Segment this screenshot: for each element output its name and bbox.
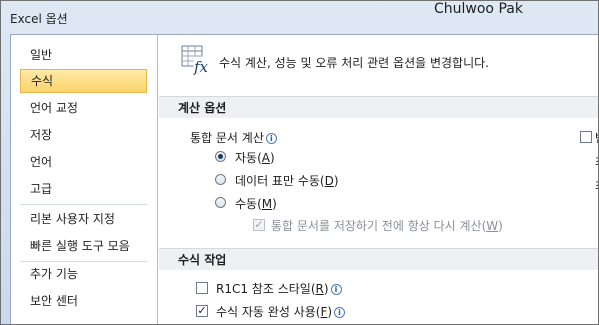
iterative-calculation-checkbox[interactable] — [580, 131, 592, 143]
automatic-label[interactable]: 자동(A) — [235, 149, 275, 166]
section-title: 계산 옵션 — [178, 101, 227, 115]
label-text: 수동 — [235, 197, 258, 211]
working-with-formulas-header: 수식 작업 — [159, 248, 598, 270]
accelerator-key: F — [320, 305, 328, 319]
sidebar-item-label: 저장 — [30, 128, 53, 142]
info-icon[interactable]: i — [334, 307, 346, 318]
truncated-option-label: 최 — [595, 153, 598, 170]
sidebar-item-quick-access-toolbar[interactable]: 빠른 실행 도구 모음 — [20, 234, 147, 258]
label-text: 통합 문서를 저장하기 전에 항상 다시 계산 — [271, 219, 482, 233]
formula-autocomplete-checkbox[interactable]: ✓ — [196, 305, 208, 317]
sidebar: 일반 수식 언어 교정 저장 언어 고급 리본 사용자 지정 빠른 실행 도구 … — [11, 35, 158, 324]
truncated-option-label: 반 — [595, 129, 598, 146]
accelerator-key: W — [486, 219, 499, 233]
sidebar-item-save[interactable]: 저장 — [20, 123, 147, 147]
sidebar-item-label: 일반 — [30, 48, 53, 62]
info-icon[interactable]: i — [265, 133, 277, 144]
window-title: Excel 옵션 — [10, 12, 68, 26]
sidebar-item-label: 빠른 실행 도구 모음 — [30, 239, 130, 253]
recalculate-before-save-checkbox[interactable]: ✓ — [253, 219, 265, 231]
sidebar-divider — [20, 204, 147, 205]
sidebar-item-label: 고급 — [30, 182, 53, 196]
title-bar[interactable]: Excel 옵션 Chulwoo Pak — [1, 1, 598, 33]
dialog-client: 일반 수식 언어 교정 저장 언어 고급 리본 사용자 지정 빠른 실행 도구 … — [10, 34, 598, 324]
user-name: Chulwoo Pak — [434, 1, 523, 17]
sidebar-item-formulas[interactable]: 수식 — [20, 69, 147, 93]
r1c1-reference-style-label[interactable]: R1C1 참조 스타일(R) i — [216, 280, 342, 297]
sidebar-item-add-ins[interactable]: 추가 기능 — [20, 262, 147, 286]
info-icon[interactable]: i — [330, 284, 342, 295]
label-text: 통합 문서 계산 — [190, 131, 264, 145]
formula-fx-icon: fx — [181, 45, 211, 75]
manual-radio[interactable] — [215, 197, 226, 208]
label-text: 데이터 표만 수동 — [235, 174, 320, 188]
workbook-calculation-label: 통합 문서 계산 i — [190, 129, 277, 146]
sidebar-item-label: 추가 기능 — [30, 267, 78, 281]
sidebar-item-advanced[interactable]: 고급 — [20, 177, 147, 201]
accelerator-key: D — [324, 174, 334, 188]
recalculate-before-save-label: 통합 문서를 저장하기 전에 항상 다시 계산(W) — [271, 219, 503, 233]
sidebar-item-label: 언어 교정 — [30, 101, 78, 115]
sidebar-item-label: 수식 — [31, 74, 54, 88]
calculation-options-header: 계산 옵션 — [159, 96, 598, 118]
truncated-option-label: 최 — [595, 177, 598, 194]
panel-description: 수식 계산, 성능 및 오류 처리 관련 옵션을 변경합니다. — [219, 56, 489, 70]
r1c1-reference-style-checkbox[interactable] — [196, 282, 208, 294]
sidebar-item-language[interactable]: 언어 — [20, 150, 147, 174]
sidebar-item-label: 리본 사용자 지정 — [30, 212, 115, 226]
accelerator-key: R — [315, 282, 324, 296]
sidebar-item-label: 보안 센터 — [30, 294, 78, 308]
sidebar-item-customize-ribbon[interactable]: 리본 사용자 지정 — [20, 207, 147, 231]
accelerator-key: M — [261, 197, 273, 211]
formula-autocomplete-label[interactable]: 수식 자동 완성 사용(F) i — [216, 303, 346, 320]
section-title: 수식 작업 — [178, 253, 227, 267]
label-text: 자동 — [235, 151, 258, 165]
sidebar-item-general[interactable]: 일반 — [20, 43, 147, 67]
svg-text:fx: fx — [193, 58, 209, 75]
automatic-except-tables-label[interactable]: 데이터 표만 수동(D) — [235, 172, 339, 189]
accelerator-key: A — [261, 151, 270, 165]
label-text: R1C1 참조 스타일 — [216, 282, 311, 296]
excel-options-window: Excel 옵션 Chulwoo Pak 일반 수식 언어 교정 저장 언어 고… — [0, 0, 599, 325]
sidebar-item-trust-center[interactable]: 보안 센터 — [20, 289, 147, 313]
label-text: 수식 자동 완성 사용 — [216, 305, 316, 319]
formulas-panel: fx 수식 계산, 성능 및 오류 처리 관련 옵션을 변경합니다. 계산 옵션… — [159, 35, 598, 324]
automatic-except-tables-radio[interactable] — [215, 174, 226, 185]
manual-label[interactable]: 수동(M) — [235, 195, 277, 212]
automatic-radio[interactable] — [215, 151, 226, 162]
sidebar-item-label: 언어 — [30, 155, 53, 169]
sidebar-item-proofing[interactable]: 언어 교정 — [20, 96, 147, 120]
